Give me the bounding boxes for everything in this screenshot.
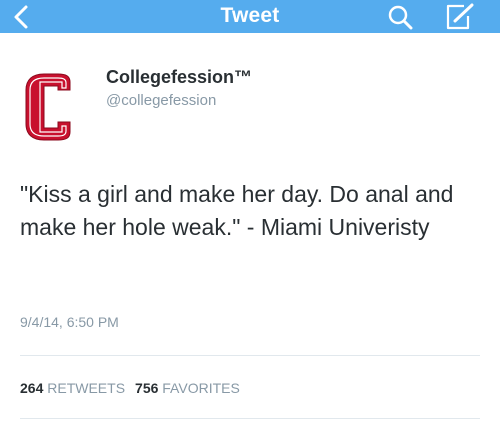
avatar[interactable] [22, 72, 80, 142]
compose-icon [446, 3, 474, 30]
retweets-stat[interactable]: 264 RETWEETS [20, 380, 125, 396]
search-button[interactable] [387, 4, 415, 30]
favorites-count: 756 [135, 380, 159, 396]
tweet-stats: 264 RETWEETS 756 FAVORITES [20, 380, 240, 396]
user-handle[interactable]: @collegefession [106, 92, 216, 109]
tweet-timestamp: 9/4/14, 6:50 PM [20, 314, 119, 330]
divider [20, 418, 480, 419]
retweets-label: RETWEETS [47, 380, 126, 396]
tweet-text: "Kiss a girl and make her day. Do anal a… [20, 181, 454, 240]
retweets-count: 264 [20, 380, 44, 396]
nav-bar: Tweet [0, 0, 500, 33]
compose-button[interactable] [444, 3, 476, 31]
search-icon [388, 5, 413, 30]
college-c-logo [25, 73, 71, 141]
favorites-stat[interactable]: 756 FAVORITES [135, 380, 240, 396]
page-title: Tweet [220, 4, 280, 27]
user-name[interactable]: Collegefession™ [106, 67, 252, 88]
favorites-label: FAVORITES [162, 380, 240, 396]
divider [20, 355, 480, 356]
